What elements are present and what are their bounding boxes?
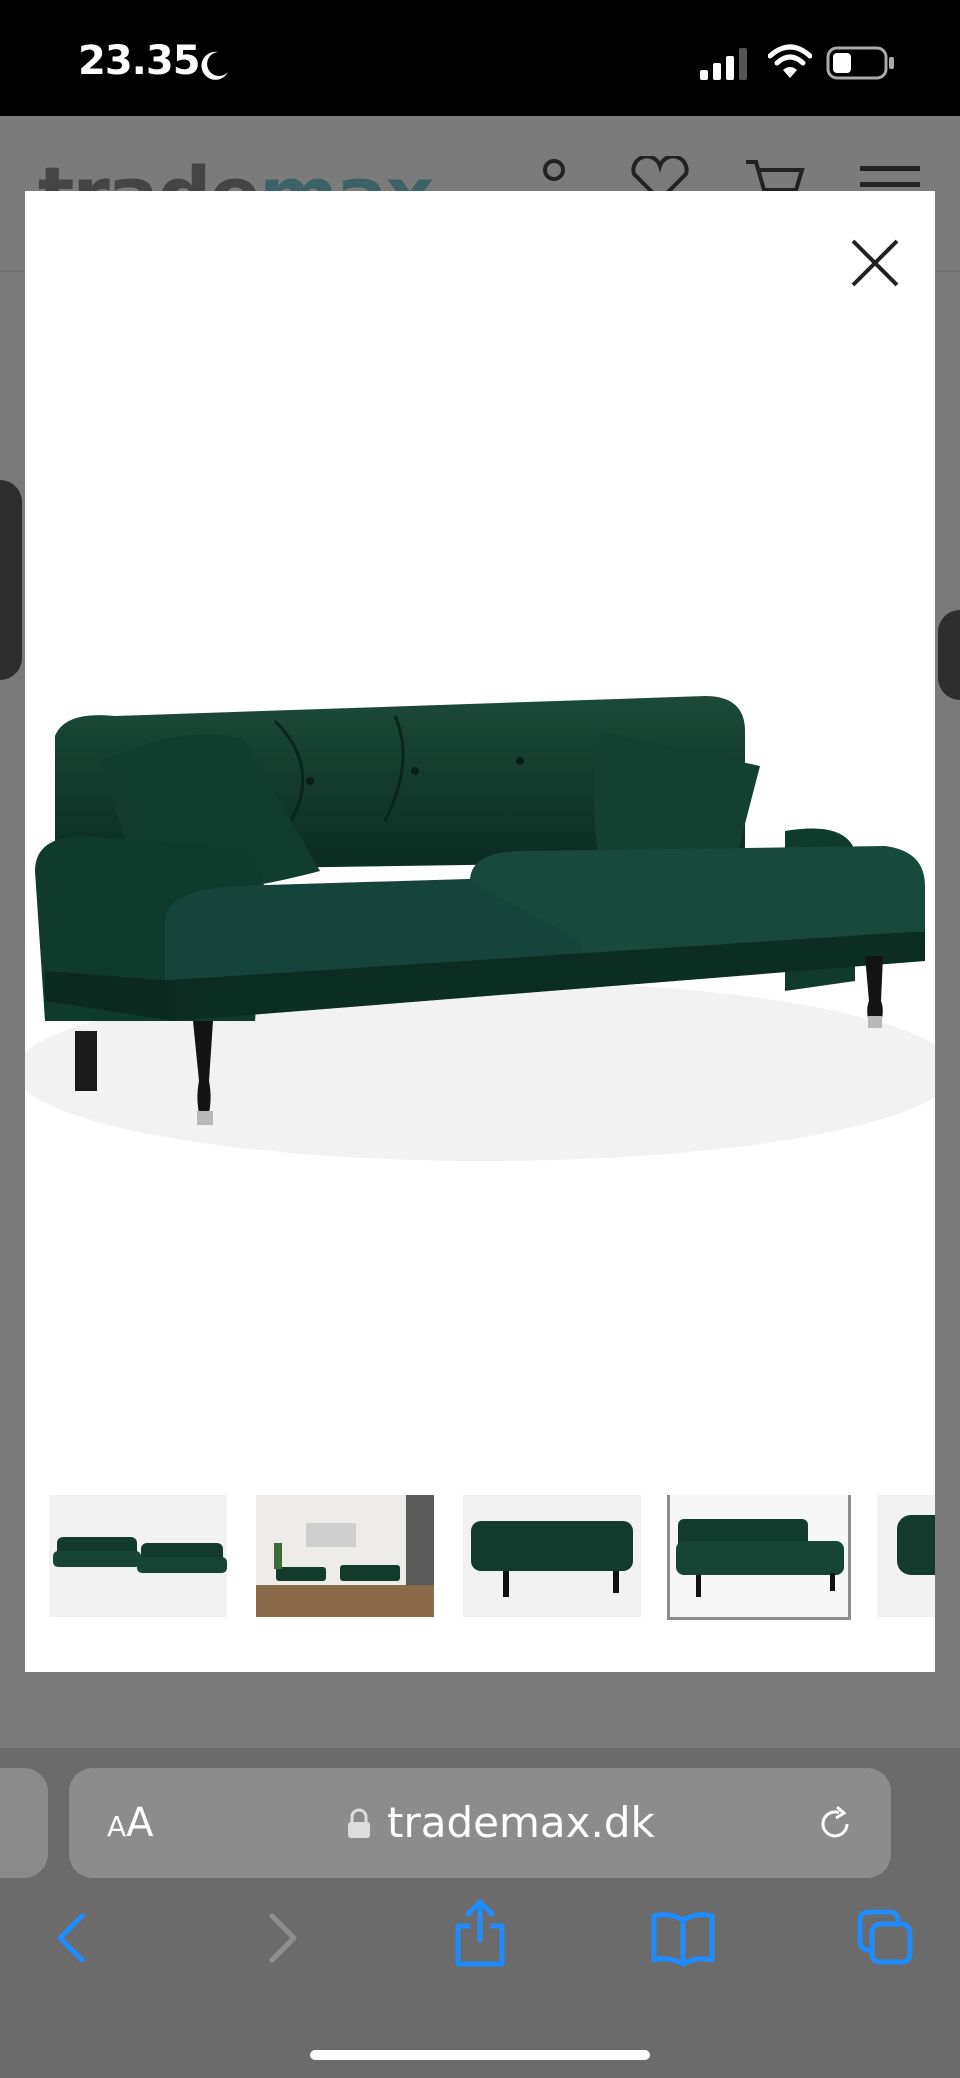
- signal-icon: [700, 48, 747, 80]
- reader-text-size-button[interactable]: AA: [107, 1800, 154, 1846]
- battery-icon: [826, 46, 894, 80]
- thumb-footstool[interactable]: [463, 1495, 641, 1617]
- thumb-sofa-set[interactable]: [49, 1495, 227, 1617]
- thumb-living-room[interactable]: [256, 1495, 434, 1617]
- reload-icon[interactable]: [815, 1804, 855, 1844]
- bookmarks-icon[interactable]: [650, 1908, 716, 1968]
- reader-label-small: A: [107, 1810, 127, 1843]
- share-icon[interactable]: [450, 1898, 510, 1968]
- forward-icon[interactable]: [262, 1908, 302, 1968]
- home-indicator[interactable]: [310, 2050, 650, 2060]
- wifi-icon: [768, 44, 812, 78]
- moon-icon: [201, 51, 228, 80]
- browser-bottom-bar: AA trademax.dk: [0, 1748, 960, 2078]
- background-product-edge-right: [938, 610, 960, 700]
- tabs-icon[interactable]: [856, 1908, 916, 1968]
- image-gallery-modal: [25, 191, 935, 1672]
- url-text: trademax.dk: [387, 1798, 655, 1847]
- lock-icon: [348, 1808, 370, 1838]
- thumb-sofa-2-seat[interactable]: [667, 1495, 851, 1620]
- close-icon[interactable]: [843, 231, 907, 295]
- reader-label-large: A: [126, 1800, 154, 1846]
- thumbnail-strip: [49, 1495, 935, 1621]
- previous-tab-preview[interactable]: [0, 1768, 48, 1878]
- status-time: 23.35: [78, 38, 201, 84]
- background-product-edge-left: [0, 480, 22, 680]
- address-bar[interactable]: AA trademax.dk: [69, 1768, 891, 1878]
- status-bar: 23.35: [0, 0, 960, 116]
- back-icon[interactable]: [52, 1908, 92, 1968]
- main-product-image[interactable]: [25, 601, 935, 1421]
- thumb-sofa-partial[interactable]: [877, 1495, 935, 1617]
